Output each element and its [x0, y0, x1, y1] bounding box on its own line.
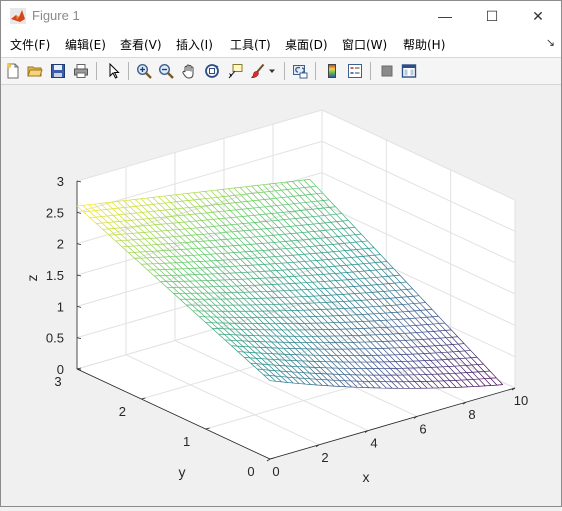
z-tick-label: 2.5 — [46, 205, 64, 220]
z-tick-label: 1.5 — [46, 268, 64, 283]
hide-plot-tools-icon — [379, 63, 395, 79]
new-figure-button[interactable] — [3, 61, 23, 81]
figure-canvas[interactable]: 0246810012300.511.522.53xyz — [1, 85, 561, 506]
toolbar-separator — [96, 62, 97, 80]
toolbar-separator — [370, 62, 371, 80]
z-tick-label: 3 — [57, 174, 64, 189]
brush-options-dropdown[interactable] — [266, 61, 278, 81]
y-tick-label: 1 — [183, 434, 190, 449]
legend-icon — [347, 63, 363, 79]
toolbar-separator — [315, 62, 316, 80]
zoom-in-icon — [136, 63, 152, 79]
x-tick-label: 8 — [468, 407, 475, 422]
menu-window[interactable]: 窗口(W) — [342, 36, 387, 53]
z-tick-label: 0.5 — [46, 331, 64, 346]
menu-view[interactable]: 查看(V) — [120, 36, 162, 53]
show-plot-tools-button[interactable] — [399, 61, 419, 81]
edit-plot-button[interactable] — [104, 61, 124, 81]
x-axis-label: x — [363, 469, 370, 485]
save-button[interactable] — [48, 61, 68, 81]
pan-button[interactable] — [179, 61, 199, 81]
menu-bar: 文件(F) 编辑(E) 查看(V) 插入(I) 工具(T) 桌面(D) 窗口(W… — [1, 31, 561, 58]
zoom-in-button[interactable] — [134, 61, 154, 81]
menu-file[interactable]: 文件(F) — [10, 36, 50, 53]
dropdown-arrow-icon — [268, 67, 276, 75]
data-cursor-button[interactable] — [225, 61, 245, 81]
window-title: Figure 1 — [32, 8, 80, 23]
new-figure-icon — [5, 63, 21, 79]
colorbar-icon — [324, 63, 340, 79]
minimize-icon: — — [438, 8, 452, 24]
menu-overflow-arrow-icon[interactable]: ↘ — [546, 36, 555, 49]
rotate-3d-icon — [204, 63, 220, 79]
y-tick-label: 2 — [119, 404, 126, 419]
open-file-button[interactable] — [25, 61, 45, 81]
brush-icon — [250, 63, 266, 79]
open-file-icon — [27, 63, 43, 79]
toolbar-separator — [128, 62, 129, 80]
link-plot-button[interactable] — [290, 61, 310, 81]
menu-tools[interactable]: 工具(T) — [230, 36, 271, 53]
z-tick-label: 2 — [57, 237, 64, 252]
title-bar: Figure 1 — ☐ ✕ — [1, 1, 561, 31]
x-tick-label: 6 — [419, 421, 426, 436]
pan-hand-icon — [181, 63, 197, 79]
x-tick-mark — [267, 459, 270, 461]
maximize-button[interactable]: ☐ — [469, 1, 515, 31]
insert-legend-button[interactable] — [345, 61, 365, 81]
maximize-icon: ☐ — [486, 8, 499, 25]
menu-help[interactable]: 帮助(H) — [403, 36, 445, 53]
menu-edit[interactable]: 编辑(E) — [65, 36, 106, 53]
z-tick-label: 0 — [57, 362, 64, 377]
data-cursor-icon — [227, 63, 243, 79]
surface-mesh-line — [215, 233, 221, 234]
print-icon — [73, 63, 89, 79]
surface-plot[interactable]: 0246810012300.511.522.53xyz — [1, 85, 561, 506]
figure-window: Figure 1 — ☐ ✕ 文件(F) 编辑(E) 查看(V) 插入(I) 工… — [0, 0, 562, 507]
insert-colorbar-button[interactable] — [322, 61, 342, 81]
figure-toolbar — [1, 58, 561, 85]
z-tick-label: 1 — [57, 299, 64, 314]
y-tick-label: 0 — [247, 464, 254, 479]
save-icon — [50, 63, 66, 79]
rotate-3d-button[interactable] — [202, 61, 222, 81]
y-axis-label: y — [179, 464, 186, 480]
x-tick-label: 10 — [514, 393, 528, 408]
show-plot-tools-icon — [401, 63, 417, 79]
x-tick-label: 4 — [370, 436, 377, 451]
print-button[interactable] — [71, 61, 91, 81]
close-icon: ✕ — [532, 8, 544, 25]
matlab-logo-icon — [10, 8, 26, 24]
pointer-icon — [106, 63, 122, 79]
surface-mesh-line — [173, 229, 179, 230]
zoom-out-icon — [158, 63, 174, 79]
x-tick-label: 0 — [272, 464, 279, 479]
toolbar-separator — [284, 62, 285, 80]
x-tick-label: 2 — [321, 450, 328, 465]
surface-mesh-line — [114, 228, 120, 229]
z-axis-label: z — [24, 275, 40, 282]
close-button[interactable]: ✕ — [515, 1, 561, 31]
menu-insert[interactable]: 插入(I) — [176, 36, 213, 53]
hide-plot-tools-button[interactable] — [377, 61, 397, 81]
brush-button[interactable] — [248, 61, 268, 81]
link-plot-icon — [292, 63, 308, 79]
zoom-out-button[interactable] — [156, 61, 176, 81]
menu-desktop[interactable]: 桌面(D) — [285, 36, 328, 53]
minimize-button[interactable]: — — [422, 1, 468, 31]
